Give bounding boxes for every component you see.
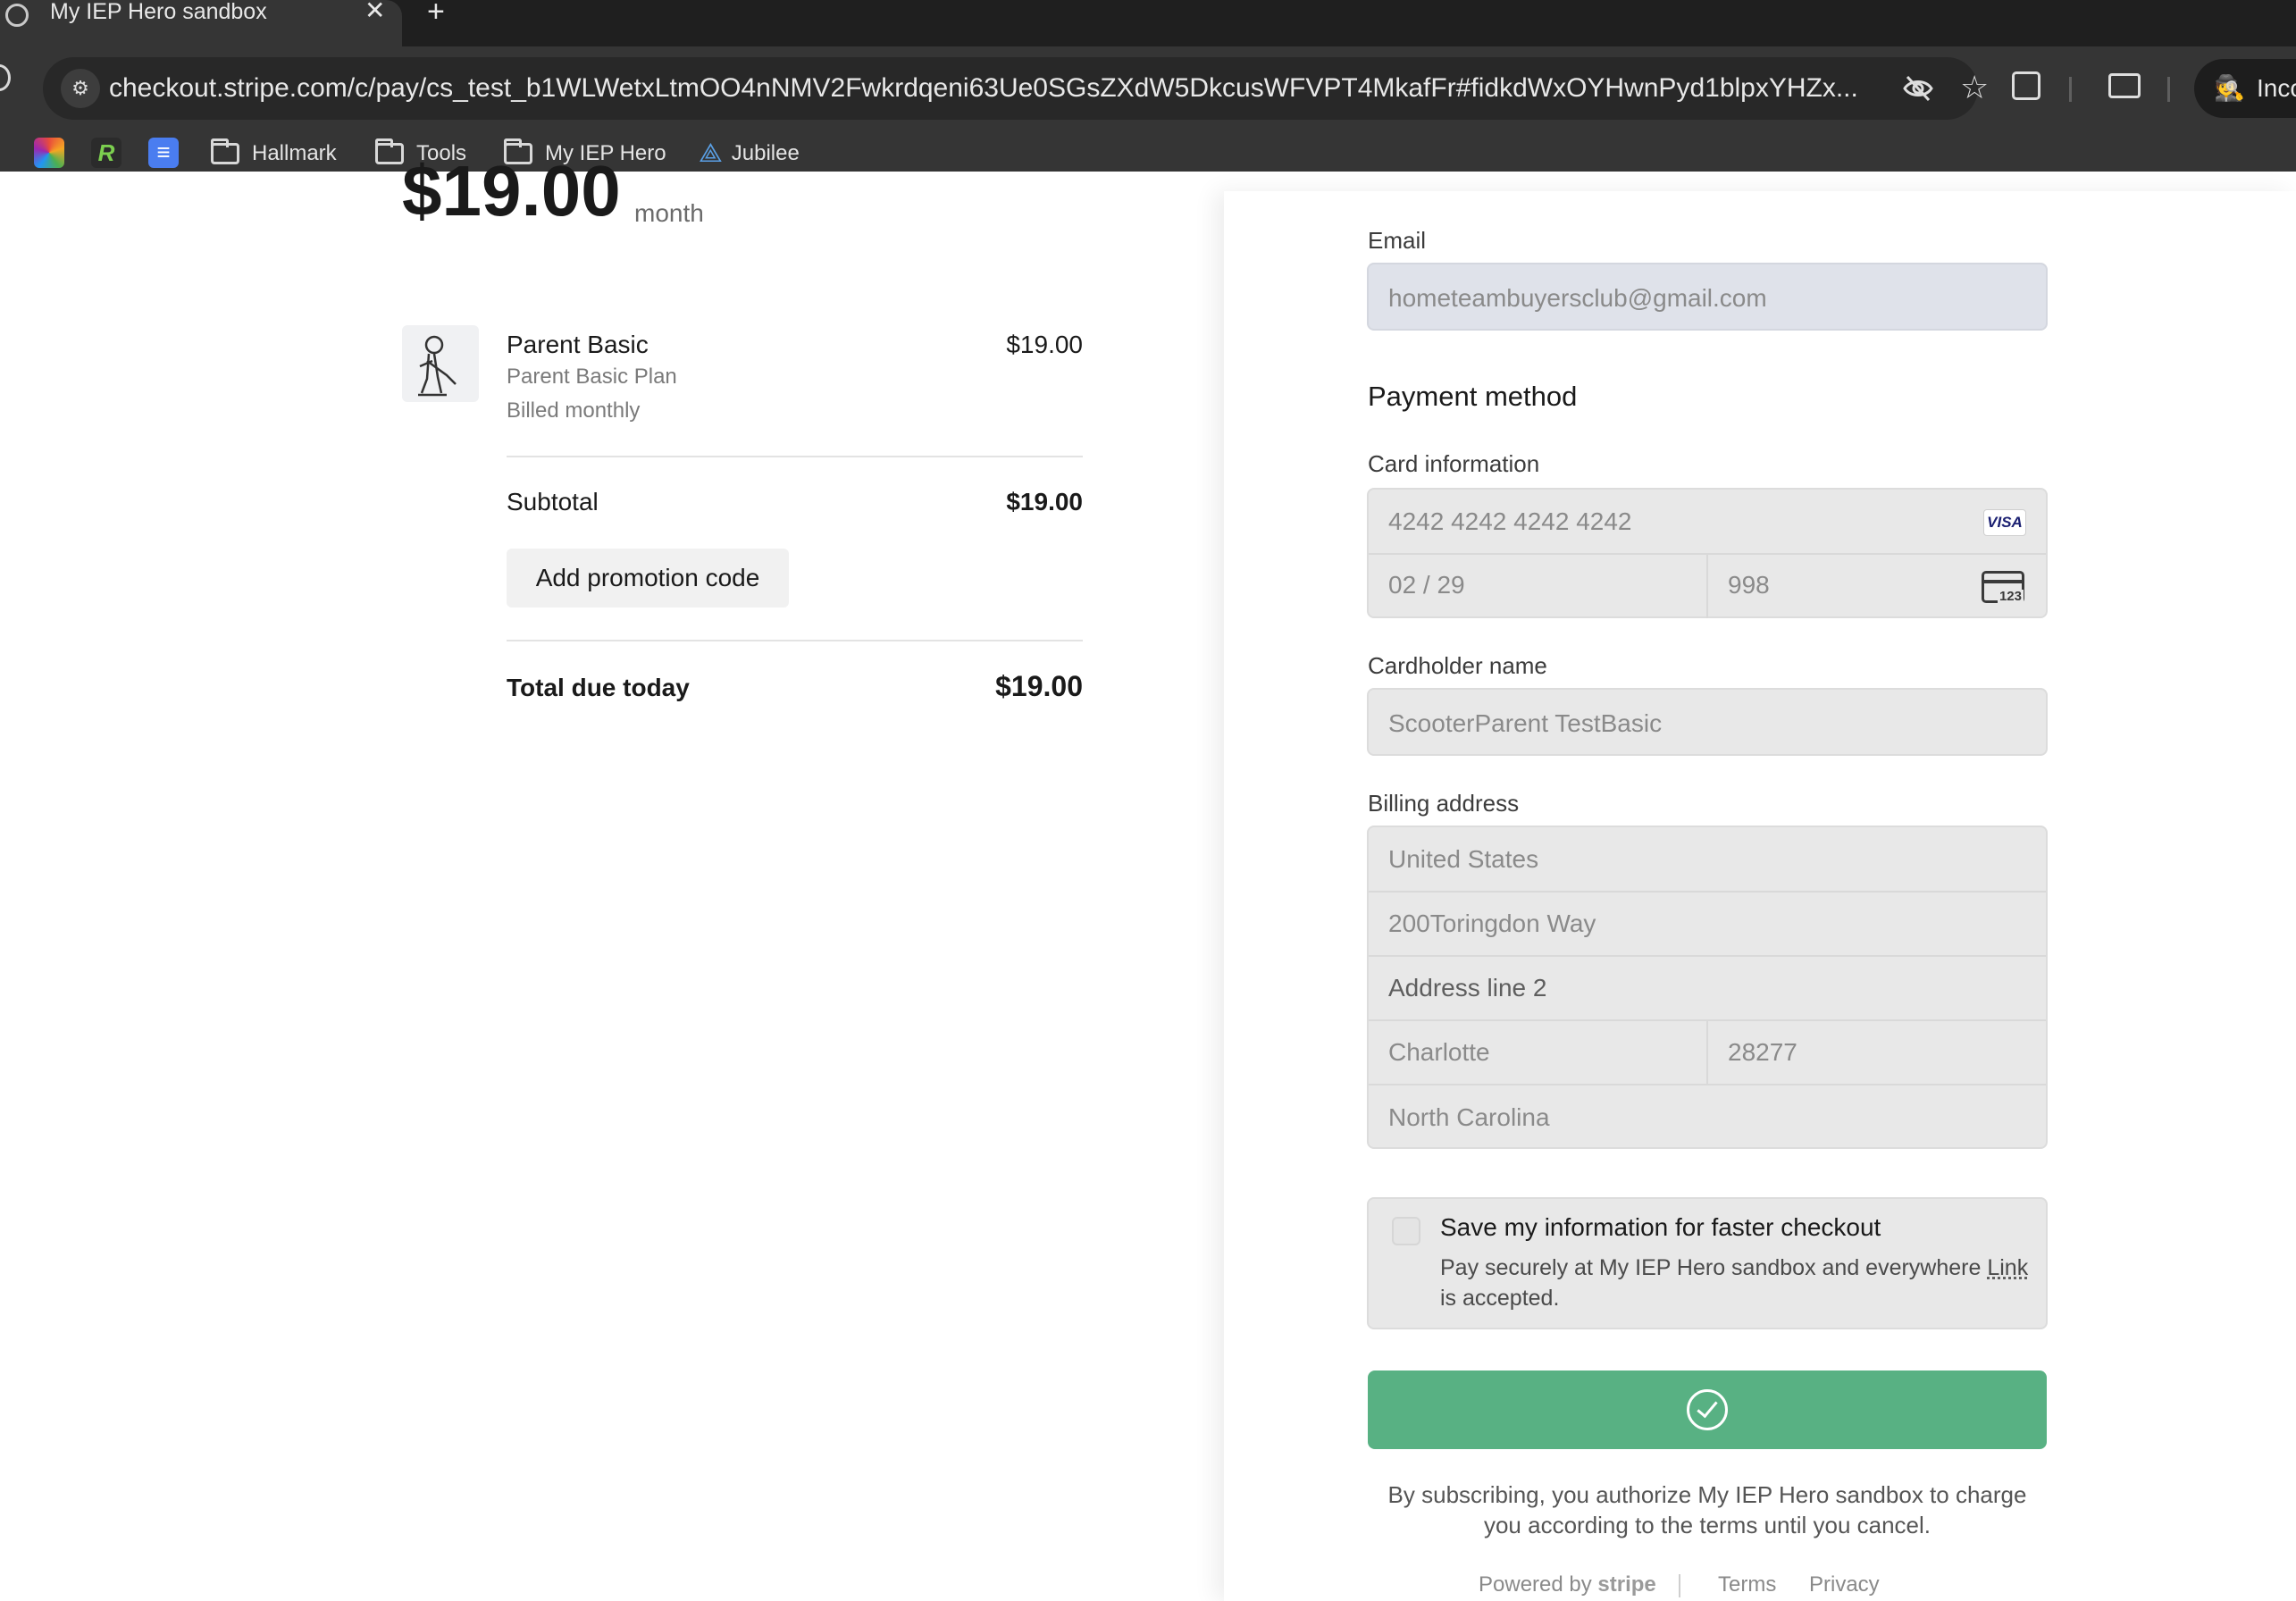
bookmark-label: Jubilee: [731, 141, 800, 165]
state-value: North Carolina: [1388, 1103, 1550, 1131]
cardholder-name-value: ScooterParent TestBasic: [1388, 709, 1663, 737]
eye-slash-icon[interactable]: [1903, 74, 1933, 103]
stripe-footer: Powered by stripe Terms Privacy: [1368, 1572, 2047, 1601]
link-info-link[interactable]: Link: [1987, 1255, 2028, 1280]
cardholder-name-label: Cardholder name: [1368, 652, 1547, 679]
cvc-card-icon: 123: [1982, 571, 2024, 604]
city-value: Charlotte: [1388, 1038, 1490, 1066]
url-text[interactable]: checkout.stripe.com/c/pay/cs_test_b1WLWe…: [109, 57, 1858, 120]
total-value: $19.00: [995, 670, 1083, 702]
toolbar-separator: [2167, 77, 2170, 102]
cvc-icon-text: 123: [1997, 589, 2024, 604]
payment-method-title: Payment method: [1368, 381, 1578, 412]
browser-tab[interactable]: My IEP Hero sandbox ✕: [0, 0, 402, 46]
tab-title: My IEP Hero sandbox: [50, 0, 267, 24]
zip-input[interactable]: 28277: [1708, 1021, 2048, 1084]
billing-address-label: Billing address: [1368, 790, 1520, 817]
expiry-value: 02 / 29: [1388, 571, 1465, 599]
address-line1-input[interactable]: 200Toringdon Way: [1369, 893, 2046, 955]
total-label: Total due today: [507, 674, 690, 701]
rainbow-bookmark-icon[interactable]: [34, 138, 64, 168]
zip-value: 28277: [1728, 1038, 1797, 1066]
powered-by-stripe[interactable]: Powered by stripe: [1479, 1572, 1656, 1597]
incognito-badge[interactable]: 🕵 Inco: [2194, 59, 2296, 118]
address-line2-placeholder: Address line 2: [1388, 974, 1547, 1002]
line-item-billing: Billed monthly: [507, 398, 641, 423]
privacy-link[interactable]: Privacy: [1809, 1572, 1880, 1597]
hero-figure-icon: [418, 335, 457, 397]
email-field[interactable]: hometeambuyersclub@gmail.com: [1367, 263, 2048, 331]
bookmarks-bar: r R ≡ Hallmark Tools My IEP Hero ⟁ Jubil…: [0, 130, 2296, 177]
address-line1-value: 200Toringdon Way: [1388, 909, 1596, 937]
incognito-label: Inco: [2257, 74, 2296, 102]
subtotal-value: $19.00: [1006, 488, 1083, 516]
save-info-box: Save my information for faster checkout …: [1367, 1197, 2048, 1329]
incognito-icon: 🕵: [2214, 74, 2245, 102]
line-item-name: Parent Basic: [507, 331, 649, 358]
subscribe-button[interactable]: [1368, 1370, 2047, 1449]
extensions-icon[interactable]: [2012, 71, 2040, 100]
reload-icon[interactable]: [0, 64, 11, 91]
email-value: hometeambuyersclub@gmail.com: [1388, 284, 1767, 312]
bookmark-star-icon[interactable]: ☆: [1960, 70, 1989, 105]
screen: My IEP Hero sandbox ✕ + ⚙ checkout.strip…: [0, 0, 2296, 1601]
visa-icon: VISA: [1983, 509, 2026, 536]
cvc-input[interactable]: 998 123: [1708, 555, 2048, 617]
save-info-title: Save my information for faster checkout: [1440, 1213, 1881, 1241]
summary-divider: [507, 640, 1083, 641]
country-value: United States: [1388, 845, 1539, 873]
legal-text: By subscribing, you authorize My IEP Her…: [1387, 1481, 2027, 1538]
card-number-value: 4242 4242 4242 4242: [1388, 507, 1632, 535]
cvc-value: 998: [1728, 571, 1770, 599]
new-tab-button[interactable]: +: [427, 0, 445, 27]
summary-divider: [507, 456, 1083, 457]
site-info-icon[interactable]: ⚙: [61, 69, 100, 108]
save-info-checkbox[interactable]: [1392, 1217, 1420, 1245]
folder-icon: [375, 138, 404, 164]
docs-bookmark-icon[interactable]: ≡: [148, 138, 179, 168]
jubilee-icon: ⟁: [699, 138, 723, 168]
card-information-group: 4242 4242 4242 4242 VISA 02 / 29 998 123: [1367, 488, 2048, 618]
folder-icon: [211, 138, 239, 164]
line-item-description: Parent Basic Plan: [507, 365, 677, 389]
tab-search-icon[interactable]: [2108, 73, 2141, 98]
save-info-description: Pay securely at My IEP Hero sandbox and …: [1440, 1253, 2030, 1313]
save-desc-text: is accepted.: [1440, 1286, 1560, 1311]
email-label: Email: [1368, 227, 1427, 254]
address-line2-input[interactable]: Address line 2: [1369, 957, 2046, 1019]
bookmark-jubilee[interactable]: ⟁ Jubilee: [699, 138, 800, 170]
state-select[interactable]: North Carolina: [1369, 1085, 2046, 1148]
product-image: [402, 325, 479, 402]
checkmark-icon: [1687, 1389, 1728, 1430]
line-item-price: $19.00: [1006, 331, 1083, 358]
terms-link[interactable]: Terms: [1718, 1572, 1776, 1597]
payment-panel: Email hometeambuyersclub@gmail.com Payme…: [1224, 191, 2296, 1601]
price-amount: $19.00: [402, 151, 621, 231]
checkout-page: $19.00 month Parent Basic Parent Basic P…: [0, 155, 2296, 1601]
add-promotion-code-button[interactable]: Add promotion code: [507, 549, 789, 608]
footer-separator: [1679, 1574, 1680, 1597]
card-information-label: Card information: [1368, 450, 1540, 477]
bookmark-hallmark[interactable]: Hallmark: [211, 138, 337, 170]
globe-icon: [5, 4, 29, 27]
bookmark-label: Hallmark: [252, 141, 337, 165]
save-desc-text: Pay securely at My IEP Hero sandbox and …: [1440, 1255, 1988, 1280]
price-period: month: [634, 199, 704, 227]
toolbar-separator: [2069, 77, 2072, 102]
cardholder-name-input[interactable]: ScooterParent TestBasic: [1367, 688, 2048, 756]
address-bar[interactable]: ⚙ checkout.stripe.com/c/pay/cs_test_b1WL…: [43, 57, 1989, 120]
r-bookmark-icon[interactable]: R: [91, 138, 122, 168]
expiry-input[interactable]: 02 / 29: [1369, 555, 1706, 617]
stripe-logo: stripe: [1597, 1572, 1656, 1597]
browser-tab-strip: My IEP Hero sandbox ✕ +: [0, 0, 2296, 46]
subtotal-label: Subtotal: [507, 488, 599, 516]
billing-address-group: United States 200Toringdon Way Address l…: [1367, 826, 2048, 1149]
close-tab-icon[interactable]: ✕: [365, 0, 385, 23]
powered-by-text: Powered by: [1479, 1572, 1592, 1597]
card-number-input[interactable]: 4242 4242 4242 4242 VISA: [1369, 490, 2046, 554]
country-select[interactable]: United States: [1369, 827, 2046, 892]
city-input[interactable]: Charlotte: [1369, 1021, 1706, 1084]
